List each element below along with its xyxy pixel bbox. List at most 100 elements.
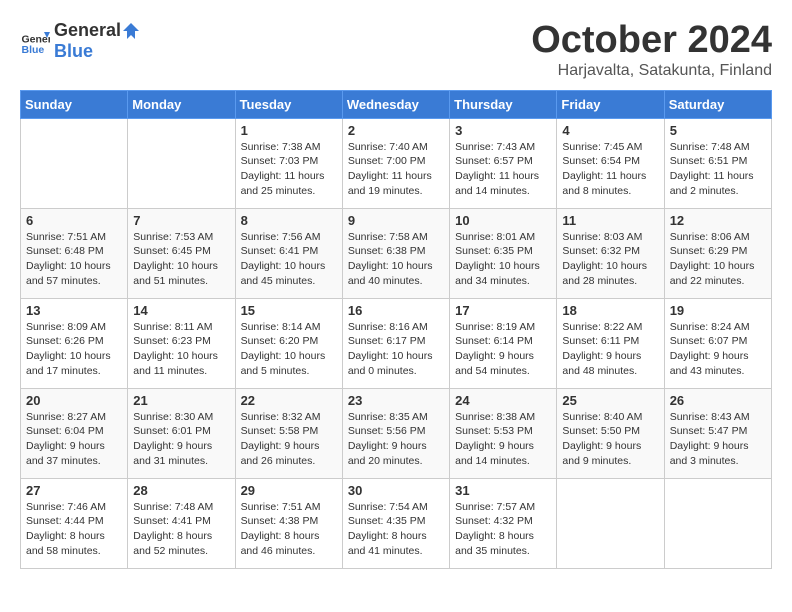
day-number: 21 bbox=[133, 393, 229, 408]
calendar-cell: 28 Sunrise: 7:48 AM Sunset: 4:41 PM Dayli… bbox=[128, 478, 235, 568]
day-details: Sunrise: 8:19 AM Sunset: 6:14 PM Dayligh… bbox=[455, 320, 551, 379]
calendar-cell: 8 Sunrise: 7:56 AM Sunset: 6:41 PM Daylig… bbox=[235, 208, 342, 298]
logo-blue-text: Blue bbox=[54, 41, 93, 61]
day-number: 10 bbox=[455, 213, 551, 228]
header-day-saturday: Saturday bbox=[664, 90, 771, 118]
calendar-cell: 30 Sunrise: 7:54 AM Sunset: 4:35 PM Dayli… bbox=[342, 478, 449, 568]
calendar-table: SundayMondayTuesdayWednesdayThursdayFrid… bbox=[20, 90, 772, 569]
day-number: 14 bbox=[133, 303, 229, 318]
day-details: Sunrise: 8:14 AM Sunset: 6:20 PM Dayligh… bbox=[241, 320, 337, 379]
day-details: Sunrise: 8:24 AM Sunset: 6:07 PM Dayligh… bbox=[670, 320, 766, 379]
calendar-cell: 3 Sunrise: 7:43 AM Sunset: 6:57 PM Daylig… bbox=[450, 118, 557, 208]
calendar-cell bbox=[128, 118, 235, 208]
day-details: Sunrise: 7:48 AM Sunset: 6:51 PM Dayligh… bbox=[670, 140, 766, 199]
day-number: 22 bbox=[241, 393, 337, 408]
day-number: 24 bbox=[455, 393, 551, 408]
header-day-sunday: Sunday bbox=[21, 90, 128, 118]
day-details: Sunrise: 7:38 AM Sunset: 7:03 PM Dayligh… bbox=[241, 140, 337, 199]
title-area: October 2024 Harjavalta, Satakunta, Finl… bbox=[531, 20, 772, 80]
calendar-cell: 11 Sunrise: 8:03 AM Sunset: 6:32 PM Dayli… bbox=[557, 208, 664, 298]
calendar-cell: 18 Sunrise: 8:22 AM Sunset: 6:11 PM Dayli… bbox=[557, 298, 664, 388]
day-details: Sunrise: 7:57 AM Sunset: 4:32 PM Dayligh… bbox=[455, 500, 551, 559]
day-details: Sunrise: 8:32 AM Sunset: 5:58 PM Dayligh… bbox=[241, 410, 337, 469]
calendar-cell: 16 Sunrise: 8:16 AM Sunset: 6:17 PM Dayli… bbox=[342, 298, 449, 388]
calendar-week-5: 27Sunrise: 7:46 AM Sunset: 4:44 PM Dayli… bbox=[21, 478, 772, 568]
day-details: Sunrise: 8:03 AM Sunset: 6:32 PM Dayligh… bbox=[562, 230, 658, 289]
logo-icon: General Blue bbox=[20, 26, 50, 56]
day-number: 13 bbox=[26, 303, 122, 318]
day-number: 5 bbox=[670, 123, 766, 138]
day-details: Sunrise: 8:35 AM Sunset: 5:56 PM Dayligh… bbox=[348, 410, 444, 469]
calendar-cell: 20 Sunrise: 8:27 AM Sunset: 6:04 PM Dayli… bbox=[21, 388, 128, 478]
day-details: Sunrise: 7:40 AM Sunset: 7:00 PM Dayligh… bbox=[348, 140, 444, 199]
day-number: 18 bbox=[562, 303, 658, 318]
calendar-cell: 4Sunrise: 7:45 AM Sunset: 6:54 PM Daylig… bbox=[557, 118, 664, 208]
day-number: 25 bbox=[562, 393, 658, 408]
svg-text:Blue: Blue bbox=[22, 44, 45, 56]
day-number: 9 bbox=[348, 213, 444, 228]
header-day-friday: Friday bbox=[557, 90, 664, 118]
day-details: Sunrise: 8:27 AM Sunset: 6:04 PM Dayligh… bbox=[26, 410, 122, 469]
calendar-cell: 12Sunrise: 8:06 AM Sunset: 6:29 PM Dayli… bbox=[664, 208, 771, 298]
day-details: Sunrise: 8:30 AM Sunset: 6:01 PM Dayligh… bbox=[133, 410, 229, 469]
calendar-cell: 31 Sunrise: 7:57 AM Sunset: 4:32 PM Dayli… bbox=[450, 478, 557, 568]
calendar-week-1: 1 Sunrise: 7:38 AM Sunset: 7:03 PM Daylig… bbox=[21, 118, 772, 208]
day-number: 19 bbox=[670, 303, 766, 318]
calendar-cell: 26 Sunrise: 8:43 AM Sunset: 5:47 PM Dayli… bbox=[664, 388, 771, 478]
month-title: October 2024 bbox=[531, 20, 772, 62]
day-number: 6 bbox=[26, 213, 122, 228]
header-day-wednesday: Wednesday bbox=[342, 90, 449, 118]
logo-bird-icon bbox=[121, 21, 141, 41]
header-day-tuesday: Tuesday bbox=[235, 90, 342, 118]
day-details: Sunrise: 8:09 AM Sunset: 6:26 PM Dayligh… bbox=[26, 320, 122, 379]
day-details: Sunrise: 7:45 AM Sunset: 6:54 PM Dayligh… bbox=[562, 140, 658, 199]
day-details: Sunrise: 8:11 AM Sunset: 6:23 PM Dayligh… bbox=[133, 320, 229, 379]
calendar-cell: 15Sunrise: 8:14 AM Sunset: 6:20 PM Dayli… bbox=[235, 298, 342, 388]
calendar-cell: 21 Sunrise: 8:30 AM Sunset: 6:01 PM Dayli… bbox=[128, 388, 235, 478]
calendar-cell: 10 Sunrise: 8:01 AM Sunset: 6:35 PM Dayli… bbox=[450, 208, 557, 298]
day-details: Sunrise: 8:22 AM Sunset: 6:11 PM Dayligh… bbox=[562, 320, 658, 379]
day-details: Sunrise: 7:51 AM Sunset: 6:48 PM Dayligh… bbox=[26, 230, 122, 289]
day-details: Sunrise: 8:16 AM Sunset: 6:17 PM Dayligh… bbox=[348, 320, 444, 379]
calendar-body: 1 Sunrise: 7:38 AM Sunset: 7:03 PM Daylig… bbox=[21, 118, 772, 568]
day-number: 20 bbox=[26, 393, 122, 408]
day-details: Sunrise: 8:40 AM Sunset: 5:50 PM Dayligh… bbox=[562, 410, 658, 469]
day-number: 17 bbox=[455, 303, 551, 318]
day-details: Sunrise: 7:54 AM Sunset: 4:35 PM Dayligh… bbox=[348, 500, 444, 559]
day-number: 31 bbox=[455, 483, 551, 498]
day-details: Sunrise: 7:43 AM Sunset: 6:57 PM Dayligh… bbox=[455, 140, 551, 199]
day-details: Sunrise: 7:48 AM Sunset: 4:41 PM Dayligh… bbox=[133, 500, 229, 559]
header-day-thursday: Thursday bbox=[450, 90, 557, 118]
day-number: 28 bbox=[133, 483, 229, 498]
day-details: Sunrise: 8:43 AM Sunset: 5:47 PM Dayligh… bbox=[670, 410, 766, 469]
day-number: 1 bbox=[241, 123, 337, 138]
day-number: 26 bbox=[670, 393, 766, 408]
logo: General Blue General Blue bbox=[20, 20, 141, 62]
day-number: 8 bbox=[241, 213, 337, 228]
calendar-week-3: 13 Sunrise: 8:09 AM Sunset: 6:26 PM Dayli… bbox=[21, 298, 772, 388]
calendar-week-4: 20 Sunrise: 8:27 AM Sunset: 6:04 PM Dayli… bbox=[21, 388, 772, 478]
day-details: Sunrise: 7:58 AM Sunset: 6:38 PM Dayligh… bbox=[348, 230, 444, 289]
calendar-cell bbox=[21, 118, 128, 208]
day-number: 7 bbox=[133, 213, 229, 228]
calendar-cell: 29Sunrise: 7:51 AM Sunset: 4:38 PM Dayli… bbox=[235, 478, 342, 568]
calendar-week-2: 6 Sunrise: 7:51 AM Sunset: 6:48 PM Daylig… bbox=[21, 208, 772, 298]
day-number: 3 bbox=[455, 123, 551, 138]
calendar-cell: 14 Sunrise: 8:11 AM Sunset: 6:23 PM Dayli… bbox=[128, 298, 235, 388]
header-day-monday: Monday bbox=[128, 90, 235, 118]
day-details: Sunrise: 8:01 AM Sunset: 6:35 PM Dayligh… bbox=[455, 230, 551, 289]
calendar-cell: 13 Sunrise: 8:09 AM Sunset: 6:26 PM Dayli… bbox=[21, 298, 128, 388]
day-number: 30 bbox=[348, 483, 444, 498]
day-number: 16 bbox=[348, 303, 444, 318]
calendar-cell: 22 Sunrise: 8:32 AM Sunset: 5:58 PM Dayli… bbox=[235, 388, 342, 478]
location-title: Harjavalta, Satakunta, Finland bbox=[531, 62, 772, 80]
day-number: 29 bbox=[241, 483, 337, 498]
calendar-cell: 6 Sunrise: 7:51 AM Sunset: 6:48 PM Daylig… bbox=[21, 208, 128, 298]
logo-general-text: General bbox=[54, 20, 121, 41]
day-number: 11 bbox=[562, 213, 658, 228]
calendar-cell bbox=[557, 478, 664, 568]
calendar-cell: 27Sunrise: 7:46 AM Sunset: 4:44 PM Dayli… bbox=[21, 478, 128, 568]
day-number: 2 bbox=[348, 123, 444, 138]
day-details: Sunrise: 8:38 AM Sunset: 5:53 PM Dayligh… bbox=[455, 410, 551, 469]
day-details: Sunrise: 7:56 AM Sunset: 6:41 PM Dayligh… bbox=[241, 230, 337, 289]
